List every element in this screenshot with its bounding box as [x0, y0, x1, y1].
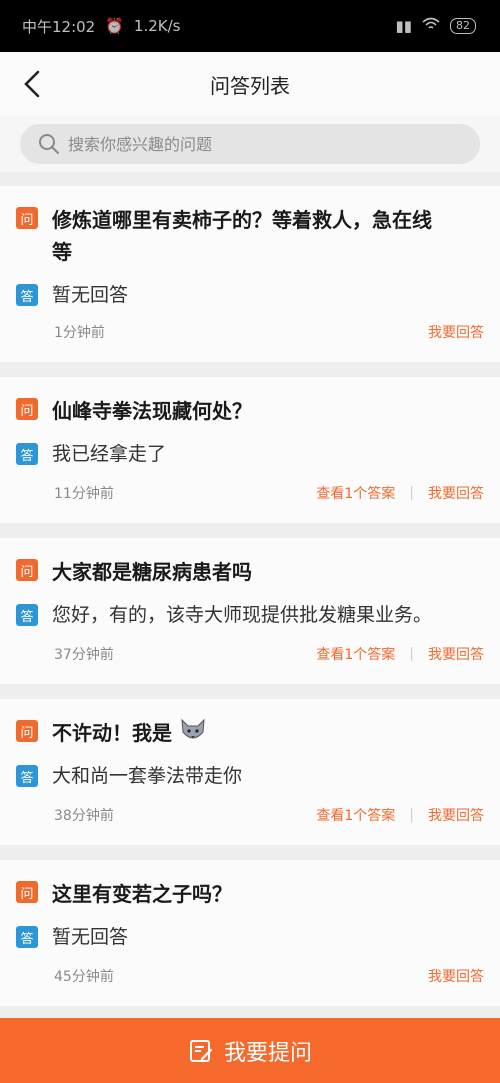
answer-button[interactable]: 我要回答 [428, 966, 484, 986]
answer-button[interactable]: 我要回答 [428, 805, 484, 825]
signal-icon: ▮▮ [395, 17, 412, 35]
meta-row: 11分钟前 查看1个答案 | 我要回答 [54, 483, 484, 503]
back-button[interactable] [12, 64, 52, 104]
answer-text: 暂无回答 [52, 284, 129, 306]
answer-text: 大和尚一套拳法带走你 [52, 765, 243, 787]
status-bar: 中午12:02 ⏰ 1.2K/s ▮▮ 82 [0, 0, 500, 52]
wolf-emoji-icon [181, 718, 205, 739]
ask-question-label: 我要提问 [223, 1040, 312, 1066]
ask-question-button[interactable]: 我要提问 [0, 1018, 500, 1083]
answer-button[interactable]: 我要回答 [428, 322, 484, 342]
search-input[interactable] [68, 134, 448, 154]
answer-button[interactable]: 我要回答 [428, 483, 484, 503]
answer-badge: 答 [16, 926, 38, 948]
wifi-icon [422, 17, 440, 35]
answer-row: 答 暂无回答 [16, 280, 484, 307]
network-speed: 1.2K/s [133, 17, 181, 35]
question-text: 大家都是糖尿病患者吗 [52, 560, 252, 584]
edit-note-icon [189, 1039, 213, 1062]
answer-badge: 答 [16, 443, 38, 465]
question-row: 问 大家都是糖尿病患者吗 [16, 556, 484, 588]
question-text: 仙峰寺拳法现藏何处？ [52, 399, 252, 423]
question-row: 问 修炼道哪里有卖柿子的？等着救人，急在线 等 [16, 204, 484, 268]
search-area [0, 116, 500, 172]
answer-badge: 答 [16, 765, 38, 787]
timestamp: 45分钟前 [54, 969, 114, 985]
question-text: 这里有变若之子吗？ [52, 882, 232, 906]
timestamp: 37分钟前 [54, 647, 114, 663]
answer-text: 暂无回答 [52, 926, 129, 948]
view-answers-link[interactable]: 查看1个答案 [316, 805, 395, 825]
divider: | [409, 807, 414, 823]
answer-row: 答 暂无回答 [16, 922, 484, 949]
question-text: 修炼道哪里有卖柿子的？等着救人，急在线 等 [52, 208, 432, 264]
question-badge: 问 [16, 398, 38, 420]
question-row: 问 不许动！我是 [16, 717, 484, 749]
divider: | [409, 646, 414, 662]
search-icon [39, 134, 59, 154]
divider: | [409, 485, 414, 501]
status-time: 中午12:02 [22, 17, 96, 36]
qa-card[interactable]: 问 仙峰寺拳法现藏何处？ 答 我已经拿走了 11分钟前 查看1个答案 | 我要回… [0, 377, 500, 523]
question-badge: 问 [16, 207, 38, 229]
timestamp: 1分钟前 [54, 325, 105, 341]
nav-bar: 问答列表 [0, 52, 500, 116]
qa-card[interactable]: 问 这里有变若之子吗？ 答 暂无回答 45分钟前 我要回答 [0, 860, 500, 1006]
question-badge: 问 [16, 720, 38, 742]
back-arrow-icon [24, 70, 40, 98]
view-answers-link[interactable]: 查看1个答案 [316, 644, 395, 664]
meta-row: 38分钟前 查看1个答案 | 我要回答 [54, 805, 484, 825]
question-text: 不许动！我是 [52, 717, 207, 749]
timestamp: 11分钟前 [54, 486, 114, 502]
meta-row: 37分钟前 查看1个答案 | 我要回答 [54, 644, 484, 664]
question-badge: 问 [16, 559, 38, 581]
qa-card[interactable]: 问 不许动！我是 答 大和尚一套拳法带走你 38分钟前 查看1个答案 | 我要回… [0, 699, 500, 845]
meta-row: 45分钟前 我要回答 [54, 966, 484, 986]
search-box[interactable] [20, 124, 480, 164]
qa-card[interactable]: 问 大家都是糖尿病患者吗 答 您好，有的，该寺大师现提供批发糖果业务。 37分钟… [0, 538, 500, 684]
alarm-icon: ⏰ [105, 17, 124, 35]
qa-card[interactable]: 问 修炼道哪里有卖柿子的？等着救人，急在线 等 答 暂无回答 1分钟前 我要回答 [0, 186, 500, 362]
timestamp: 38分钟前 [54, 808, 114, 824]
battery-icon: 82 [450, 18, 476, 34]
answer-row: 答 我已经拿走了 [16, 439, 484, 466]
view-answers-link[interactable]: 查看1个答案 [316, 483, 395, 503]
answer-row: 答 大和尚一套拳法带走你 [16, 761, 484, 788]
answer-badge: 答 [16, 604, 38, 626]
question-badge: 问 [16, 881, 38, 903]
answer-row: 答 您好，有的，该寺大师现提供批发糖果业务。 [16, 600, 484, 627]
answer-button[interactable]: 我要回答 [428, 644, 484, 664]
answer-text: 我已经拿走了 [52, 443, 167, 465]
answer-badge: 答 [16, 284, 38, 306]
question-row: 问 这里有变若之子吗？ [16, 878, 484, 910]
answer-text: 您好，有的，该寺大师现提供批发糖果业务。 [52, 604, 433, 626]
page-title: 问答列表 [210, 73, 290, 98]
question-row: 问 仙峰寺拳法现藏何处？ [16, 395, 484, 427]
meta-row: 1分钟前 我要回答 [54, 322, 484, 342]
